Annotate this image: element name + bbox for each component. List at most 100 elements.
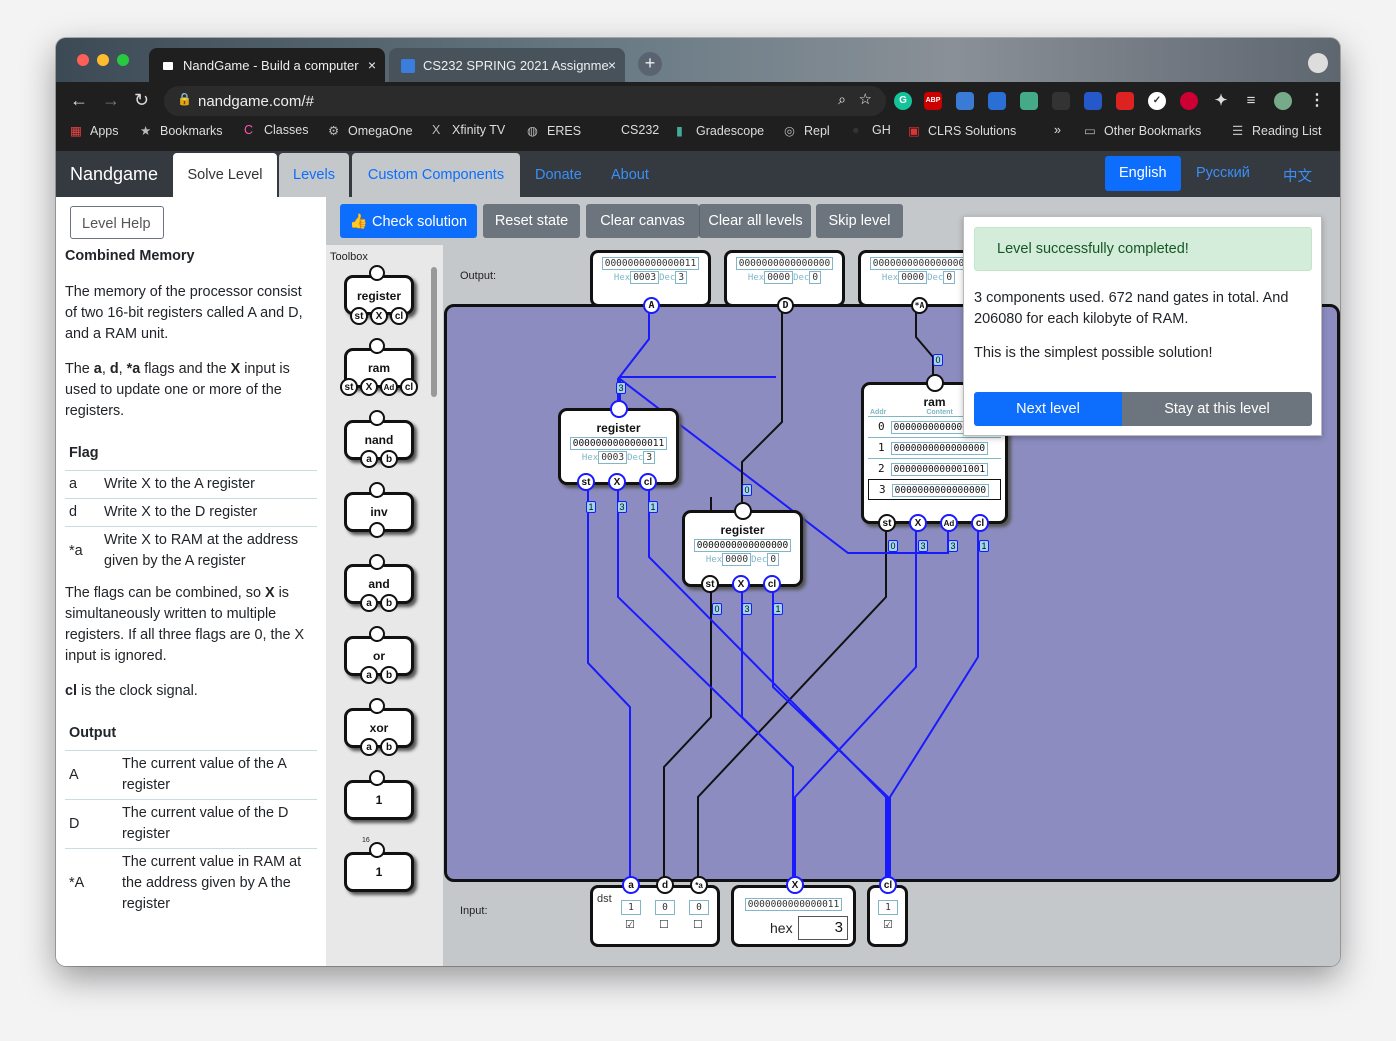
register-a-component[interactable]: register 0000000000000011 Hex 0003 Dec 3 st… [558,400,679,491]
extension-icon[interactable] [956,92,974,110]
extension-icon[interactable] [1180,92,1198,110]
ram-output-pin[interactable] [926,374,944,392]
wire-cl-to-ram [889,523,979,923]
input-d-pin[interactable]: d [656,876,674,894]
extension-icon[interactable] [988,92,1006,110]
register-d-in-value: 0 [742,484,752,496]
reading-queue-icon[interactable]: ≡ [1242,92,1260,110]
register-a-input-pin[interactable] [610,400,628,418]
profile-avatar[interactable] [1274,92,1292,110]
register-d-st-pin[interactable]: st [701,575,719,593]
input-x-hex-field[interactable]: 3 [798,916,848,940]
output-a-pin[interactable]: A [643,297,660,314]
input-star-a-checkbox[interactable]: ☐ [693,918,703,931]
bookmark-apps[interactable]: ▦ Apps [70,123,119,138]
output-a-box: 0000000000000011 Hex 0003 Dec 3 A [590,250,711,314]
bookmark-label: GH [872,123,891,137]
extension-icon[interactable] [1052,92,1070,110]
donate-link[interactable]: Donate [535,167,582,183]
register-d-x-pin[interactable]: X [732,575,750,593]
address-bar[interactable]: 🔒 nandgame.com/# ⌕ ☆ [164,86,886,116]
ram-x-pin[interactable]: X [909,514,927,532]
bookmark-xfinity[interactable]: X Xfinity TV [432,123,505,137]
close-tab-icon[interactable]: × [608,57,616,73]
bookmark-gh[interactable]: ● GH [852,123,891,137]
lang-russian-button[interactable]: Русский [1182,156,1264,191]
level-title: Combined Memory [65,248,195,264]
minimize-window-icon[interactable] [97,54,109,66]
register-a-cl-pin[interactable]: cl [639,473,657,491]
bookmark-label: OmegaOne [348,124,413,138]
close-tab-icon[interactable]: × [368,57,376,73]
grammarly-extension-icon[interactable]: G [894,92,912,110]
bookmark-omegaone[interactable]: ⚙ OmegaOne [328,123,413,138]
bookmark-star-icon[interactable]: ☆ [859,90,872,108]
ram-cl-value: 1 [979,540,989,552]
puzzle-extensions-icon[interactable]: ✦ [1212,92,1230,110]
table-row: D The current value of the D register [65,799,317,849]
back-icon[interactable]: ← [70,90,88,111]
output-d-hex: 0000 [764,271,794,284]
register-d-cl-pin[interactable]: cl [763,575,781,593]
zoom-window-icon[interactable] [117,54,129,66]
register-a-x-pin[interactable]: X [608,473,626,491]
extension-icon[interactable] [1020,92,1038,110]
bookmark-other[interactable]: ▭ Other Bookmarks [1084,123,1201,138]
register-a-x-value: 3 [617,501,627,513]
about-link[interactable]: About [611,167,649,183]
stay-at-level-button[interactable]: Stay at this level [1122,392,1312,426]
wire-ram-to-out-star-a [915,309,934,382]
bookmark-gradescope[interactable]: ▮ Gradescope [676,123,764,138]
input-d-checkbox[interactable]: ☐ [659,918,669,931]
reading-list[interactable]: ☰ Reading List [1232,123,1322,138]
bookmark-cs232[interactable]: CS232 [621,123,659,137]
register-d-input-pin[interactable] [734,502,752,520]
forward-icon[interactable]: → [102,90,120,111]
reading-list-icon: ☰ [1232,124,1244,138]
wire-cl-to-reg-d [772,549,889,923]
bookmark-bookmarks[interactable]: ★ Bookmarks [140,123,223,138]
register-a-hex: 0003 [598,451,628,464]
new-tab-button[interactable]: + [638,52,662,76]
input-star-a-pin[interactable]: *a [690,876,708,894]
input-x-pin[interactable]: X [786,876,804,894]
lang-chinese-button[interactable]: 中文 [1269,156,1326,191]
extension-icon[interactable] [1116,92,1134,110]
bookmark-classes[interactable]: C Classes [244,123,308,137]
reload-icon[interactable]: ↻ [134,90,149,111]
bookmark-clrs[interactable]: ▣ CLRS Solutions [908,123,1016,138]
extension-icon[interactable] [1084,92,1102,110]
browser-tab-cs232[interactable]: CS232 SPRING 2021 Assignme × [389,48,625,82]
bookmarks-overflow-icon[interactable]: » [1054,123,1061,137]
browser-tab-nandgame[interactable]: NandGame - Build a computer × [149,48,385,82]
ram-cl-pin[interactable]: cl [971,514,989,532]
bookmark-repl[interactable]: ◎ Repl [784,123,830,138]
ram-ad-pin[interactable]: Ad [940,514,958,532]
output-a-bits: 0000000000000011 [601,257,700,270]
bookmark-eres[interactable]: ◍ ERES [527,123,581,138]
register-a-st-pin[interactable]: st [577,473,595,491]
output-d-pin[interactable]: D [777,297,794,314]
input-cl-pin[interactable]: cl [879,876,897,894]
site-brand[interactable]: Nandgame [70,164,158,185]
extension-icon[interactable]: ✓ [1148,92,1166,110]
output-star-a-pin[interactable]: *A [911,297,928,314]
menu-kebab-icon[interactable]: ⋮ [1308,92,1326,110]
lang-english-button[interactable]: English [1105,156,1181,191]
adblock-extension-icon[interactable]: ABP [924,92,942,110]
register-d-component[interactable]: register 0000000000000000 Hex 0000 Dec 0 st… [682,502,803,593]
level-help-button[interactable]: Level Help [70,206,164,239]
zoom-icon[interactable]: ⌕ [838,91,846,108]
bookmark-label: Xfinity TV [452,123,506,137]
close-window-icon[interactable] [77,54,89,66]
next-level-button[interactable]: Next level [974,392,1122,426]
tab-search-icon[interactable] [1308,53,1328,73]
input-a-checkbox[interactable]: ☑ [625,918,635,931]
ram-st-pin[interactable]: st [878,514,896,532]
input-cl-checkbox[interactable]: ☑ [883,918,893,931]
input-a-pin[interactable]: a [622,876,640,894]
tab-custom-components[interactable]: Custom Components [352,153,520,197]
tab-levels[interactable]: Levels [279,153,349,197]
tab-solve-level[interactable]: Solve Level [173,153,277,197]
gradescope-icon: ▮ [676,124,683,138]
